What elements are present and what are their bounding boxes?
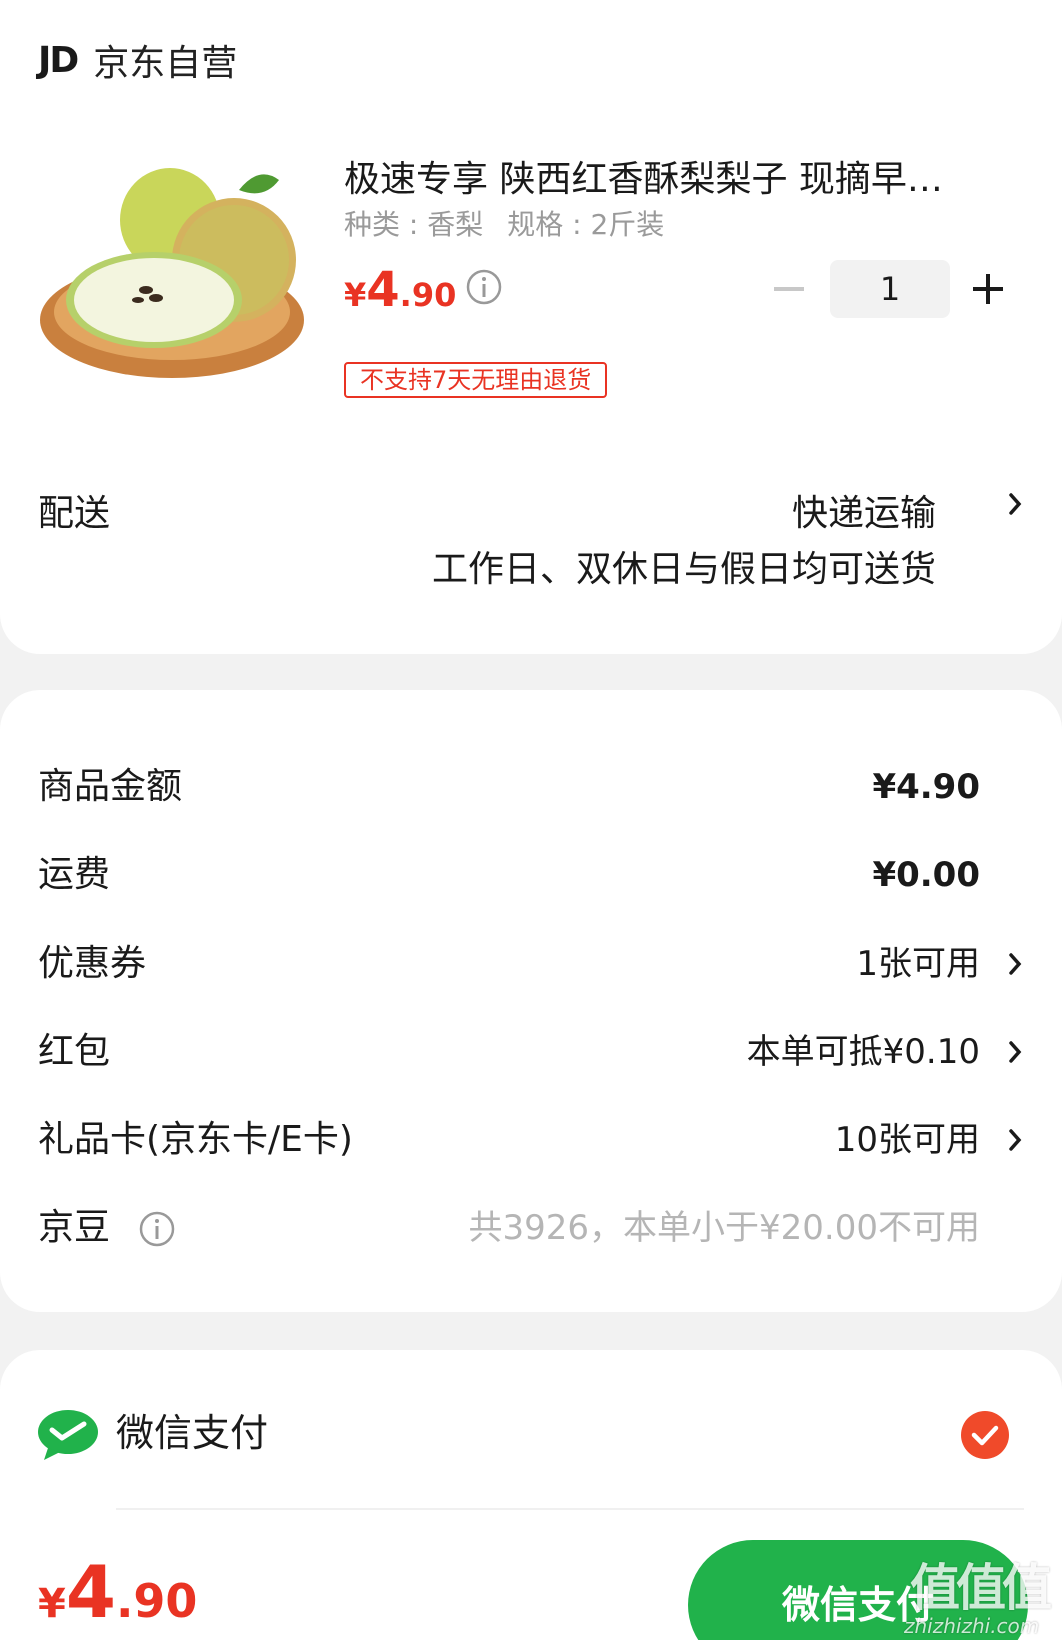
goods-amount-label: 商品金额	[38, 766, 183, 807]
red-packet-value: 本单可抵¥0.10	[746, 1032, 980, 1072]
delivery-label: 配送	[38, 493, 111, 534]
total-integer: 4	[65, 1550, 116, 1634]
delivery-note: 工作日、双休日与假日均可送货	[431, 549, 936, 590]
return-policy-tag: 不支持7天无理由退货	[344, 362, 608, 398]
watermark-main: 值值值	[910, 1559, 1052, 1617]
product-price: ¥4.90	[344, 262, 456, 318]
price-info-icon[interactable]	[465, 268, 503, 306]
store-header[interactable]: JD 京东自营	[38, 34, 237, 86]
red-packet-row[interactable]: 红包 本单可抵¥0.10	[0, 1022, 1062, 1082]
goods-amount-value: ¥4.90	[872, 767, 980, 807]
payment-method-label[interactable]: 微信支付	[116, 1402, 268, 1457]
quantity-input[interactable]: 1	[830, 260, 950, 318]
product-image[interactable]	[34, 160, 312, 395]
coupon-value: 1张可用	[856, 944, 980, 984]
spec-size: 规格 : 2斤装	[507, 208, 665, 241]
delivery-method[interactable]: 快递运输	[792, 484, 936, 536]
coupon-label: 优惠券	[38, 943, 147, 984]
product-title[interactable]: 极速专享 陕西红香酥梨梨子 现摘早…	[344, 150, 994, 202]
product-spec[interactable]: 种类 : 香梨 规格 : 2斤装	[344, 203, 664, 243]
check-icon[interactable]	[960, 1410, 1010, 1460]
chevron-right-icon[interactable]	[1006, 1126, 1024, 1154]
spec-kind: 种类 : 香梨	[344, 208, 484, 241]
product-card: JD 京东自营 极速专享 陕西红香酥梨梨子 现摘早… 种类 : 香梨 规格 : 2…	[0, 0, 1062, 654]
jd-logo: JD	[38, 39, 79, 81]
jd-beans-value: 共3926，本单小于¥20.00不可用	[468, 1208, 981, 1248]
coupon-row[interactable]: 优惠券 1张可用	[0, 934, 1062, 994]
gift-card-row[interactable]: 礼品卡(京东卡/E卡) 10张可用	[0, 1110, 1062, 1170]
jd-beans-row: 京豆 共3926，本单小于¥20.00不可用	[0, 1198, 1062, 1258]
red-packet-label: 红包	[38, 1031, 111, 1072]
chevron-right-icon[interactable]	[1006, 1038, 1024, 1066]
chevron-right-icon[interactable]	[1006, 950, 1024, 978]
chevron-right-icon[interactable]	[1006, 490, 1024, 518]
gift-card-label: 礼品卡(京东卡/E卡)	[38, 1119, 353, 1160]
total-decimal: .90	[115, 1574, 198, 1628]
price-integer: 4	[366, 262, 400, 318]
price-currency: ¥	[344, 276, 367, 314]
quantity-increase-button[interactable]	[971, 272, 1005, 306]
price-decimal: .90	[399, 276, 457, 314]
watermark: 值值值 zhizhizhi.com	[890, 1548, 1052, 1638]
quantity-decrease-button[interactable]	[772, 272, 806, 306]
gift-card-value: 10张可用	[834, 1120, 980, 1160]
order-summary-card: 商品金额 ¥4.90 运费 ¥0.00 优惠券 1张可用 红包 本单可抵¥0.1…	[0, 690, 1062, 1312]
wechat-pay-icon	[38, 1410, 98, 1460]
total-currency: ¥	[38, 1581, 66, 1627]
divider	[116, 1508, 1024, 1510]
shipping-label: 运费	[38, 854, 111, 895]
shipping-value: ¥0.00	[872, 855, 980, 895]
store-name: 京东自营	[93, 43, 238, 84]
order-total: ¥4.90	[38, 1550, 197, 1634]
watermark-sub: zhizhizhi.com	[904, 1614, 1040, 1638]
goods-amount-row: 商品金额 ¥4.90	[0, 757, 1062, 817]
jd-beans-label: 京豆	[38, 1207, 111, 1248]
jd-beans-info-icon[interactable]	[138, 1210, 176, 1248]
shipping-row: 运费 ¥0.00	[0, 845, 1062, 905]
